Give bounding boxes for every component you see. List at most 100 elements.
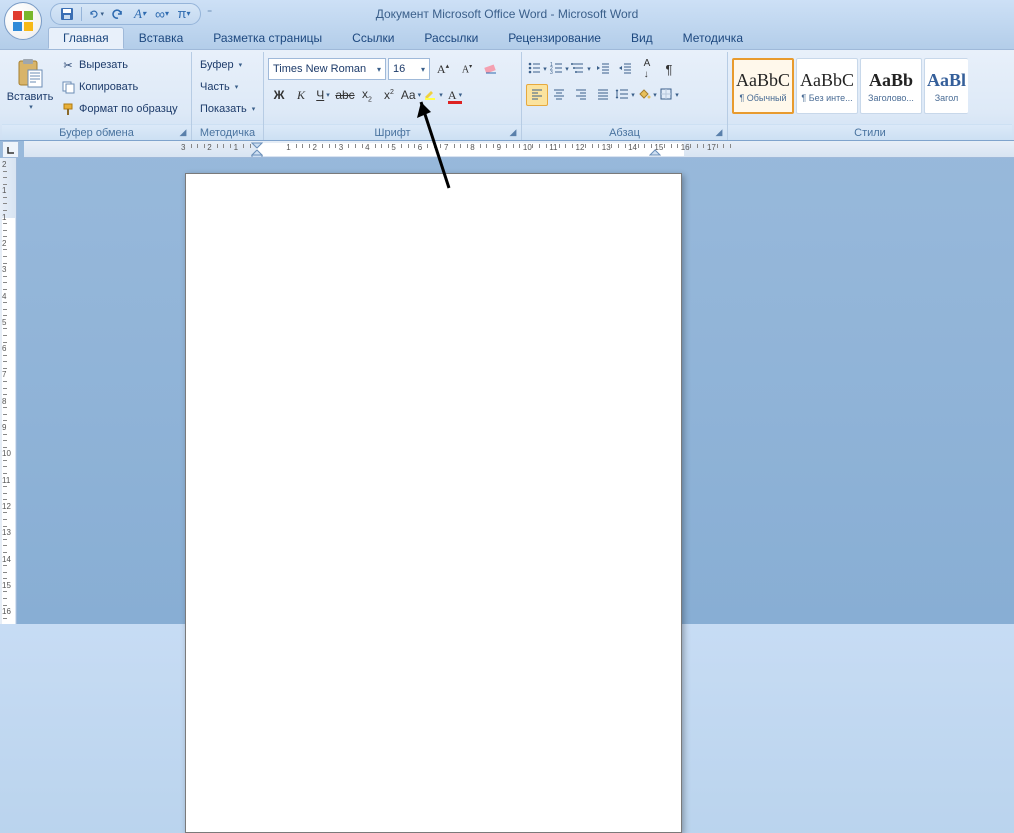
vertical-ruler[interactable]: 2112345678910111213141516 <box>0 158 17 624</box>
justify-button[interactable] <box>592 84 614 106</box>
strikethrough-button[interactable]: abc <box>334 84 356 106</box>
format-painter-button[interactable]: Формат по образцу <box>56 98 182 120</box>
tab-mailings[interactable]: Рассылки <box>409 27 493 49</box>
bullets-button[interactable]: ▾ <box>526 58 548 80</box>
styles-gallery[interactable]: AaBbC¶ Обычный AaBbC¶ Без инте... AaBbЗа… <box>732 58 968 114</box>
document-page[interactable] <box>185 173 682 833</box>
chevron-down-icon: ▾ <box>543 65 547 73</box>
style-normal[interactable]: AaBbC¶ Обычный <box>732 58 794 114</box>
chevron-down-icon: ▾ <box>439 91 443 99</box>
tab-references[interactable]: Ссылки <box>337 27 409 49</box>
buffer-button[interactable]: Буфер▾ <box>196 54 259 76</box>
group-label-clipboard: Буфер обмена◢ <box>2 124 191 140</box>
undo-icon[interactable]: ▾ <box>88 6 104 22</box>
quick-access-toolbar: ▾ A▾ ∞▾ π▾ <box>50 3 201 25</box>
right-indent-icon[interactable] <box>649 149 661 158</box>
multilevel-button[interactable]: ▾ <box>570 58 592 80</box>
show-label: Показать <box>200 103 247 115</box>
increase-indent-icon <box>618 61 632 78</box>
infinity-icon[interactable]: ∞▾ <box>154 6 170 22</box>
align-center-button[interactable] <box>548 84 570 106</box>
strikethrough-icon: abc <box>335 88 354 102</box>
subscript-button[interactable]: x2 <box>356 84 378 106</box>
cut-button[interactable]: ✂Вырезать <box>56 54 182 76</box>
office-button[interactable] <box>4 2 42 40</box>
save-icon[interactable] <box>59 6 75 22</box>
dialog-launcher-icon[interactable]: ◢ <box>713 127 725 139</box>
show-button[interactable]: Показать▾ <box>196 98 259 120</box>
copy-button[interactable]: Копировать <box>56 76 182 98</box>
chevron-down-icon: ▾ <box>326 91 330 99</box>
ribbon: Вставить ▾ ✂Вырезать Копировать Формат п… <box>0 49 1014 141</box>
chevron-down-icon: ▾ <box>653 91 657 99</box>
align-right-button[interactable] <box>570 84 592 106</box>
decrease-indent-button[interactable] <box>592 58 614 80</box>
line-spacing-button[interactable]: ▾ <box>614 84 636 106</box>
style-heading1[interactable]: AaBbЗаголово... <box>860 58 922 114</box>
chevron-down-icon: ▾ <box>377 65 381 74</box>
grow-font-button[interactable]: A▴ <box>432 58 454 80</box>
italic-button[interactable]: К <box>290 84 312 106</box>
tab-metodichka[interactable]: Методичка <box>668 27 758 49</box>
buffer-label: Буфер <box>200 59 234 71</box>
group-metodichka: Буфер▾ Часть▾ Показать▾ Методичка <box>192 52 264 140</box>
horizontal-ruler[interactable]: 3211234567891011121314151617 <box>24 141 1014 158</box>
font-size-value: 16 <box>393 63 405 75</box>
multilevel-icon <box>571 61 585 78</box>
bucket-icon <box>637 87 651 104</box>
bold-button[interactable]: Ж <box>268 84 290 106</box>
style-heading2[interactable]: AaBlЗагол <box>924 58 968 114</box>
change-case-icon: Aa <box>401 88 416 102</box>
qat-customize-icon[interactable]: ⁼ <box>207 8 212 19</box>
hanging-indent-icon[interactable] <box>251 149 263 158</box>
part-button[interactable]: Часть▾ <box>196 76 259 98</box>
font-family-select[interactable]: Times New Roman▾ <box>268 58 386 80</box>
line-spacing-icon <box>615 87 629 104</box>
group-label-styles: Стили <box>728 124 1012 140</box>
highlight-button[interactable]: ▾ <box>422 84 444 106</box>
tab-selector[interactable] <box>2 141 19 158</box>
sort-button[interactable]: A↓ <box>636 58 658 80</box>
font-effects-icon[interactable]: A▾ <box>132 6 148 22</box>
style-no-spacing[interactable]: AaBbC¶ Без инте... <box>796 58 858 114</box>
style-preview: AaBb <box>869 70 913 91</box>
increase-indent-button[interactable] <box>614 58 636 80</box>
shrink-font-button[interactable]: A▾ <box>456 58 478 80</box>
tab-home[interactable]: Главная <box>48 27 124 49</box>
underline-button[interactable]: Ч▾ <box>312 84 334 106</box>
scissors-icon: ✂ <box>60 57 76 73</box>
pi-icon[interactable]: π▾ <box>176 6 192 22</box>
change-case-button[interactable]: Aa▾ <box>400 84 422 106</box>
align-right-icon <box>574 87 588 104</box>
numbering-button[interactable]: 123▾ <box>548 58 570 80</box>
borders-button[interactable]: ▾ <box>658 84 680 106</box>
borders-icon <box>659 87 673 104</box>
font-size-select[interactable]: 16 ▾ <box>388 58 430 80</box>
tab-view[interactable]: Вид <box>616 27 668 49</box>
dialog-launcher-icon[interactable]: ◢ <box>177 127 189 139</box>
redo-icon[interactable] <box>110 6 126 22</box>
justify-icon <box>596 87 610 104</box>
tab-page-layout[interactable]: Разметка страницы <box>198 27 337 49</box>
chevron-down-icon: ▾ <box>421 65 425 74</box>
group-font: Times New Roman▾ 16 ▾ A▴ A▾ Ж К Ч▾ abc x2… <box>264 52 522 140</box>
align-center-icon <box>552 87 566 104</box>
brush-icon <box>60 101 76 117</box>
eraser-icon <box>483 60 499 79</box>
show-marks-button[interactable]: ¶ <box>658 58 680 80</box>
shading-button[interactable]: ▾ <box>636 84 658 106</box>
style-name: ¶ Без инте... <box>801 93 852 103</box>
paste-button[interactable]: Вставить ▾ <box>6 54 54 114</box>
chevron-down-icon: ▾ <box>418 91 422 99</box>
tab-left-icon <box>6 145 16 155</box>
dialog-launcher-icon[interactable]: ◢ <box>507 127 519 139</box>
superscript-button[interactable]: x2 <box>378 84 400 106</box>
align-left-button[interactable] <box>526 84 548 106</box>
clear-formatting-button[interactable] <box>480 58 502 80</box>
italic-icon: К <box>297 88 305 103</box>
font-color-button[interactable]: A▾ <box>444 84 466 106</box>
tab-insert[interactable]: Вставка <box>124 27 199 49</box>
group-clipboard: Вставить ▾ ✂Вырезать Копировать Формат п… <box>2 52 192 140</box>
tab-review[interactable]: Рецензирование <box>493 27 616 49</box>
chevron-down-icon: ▾ <box>587 65 591 73</box>
